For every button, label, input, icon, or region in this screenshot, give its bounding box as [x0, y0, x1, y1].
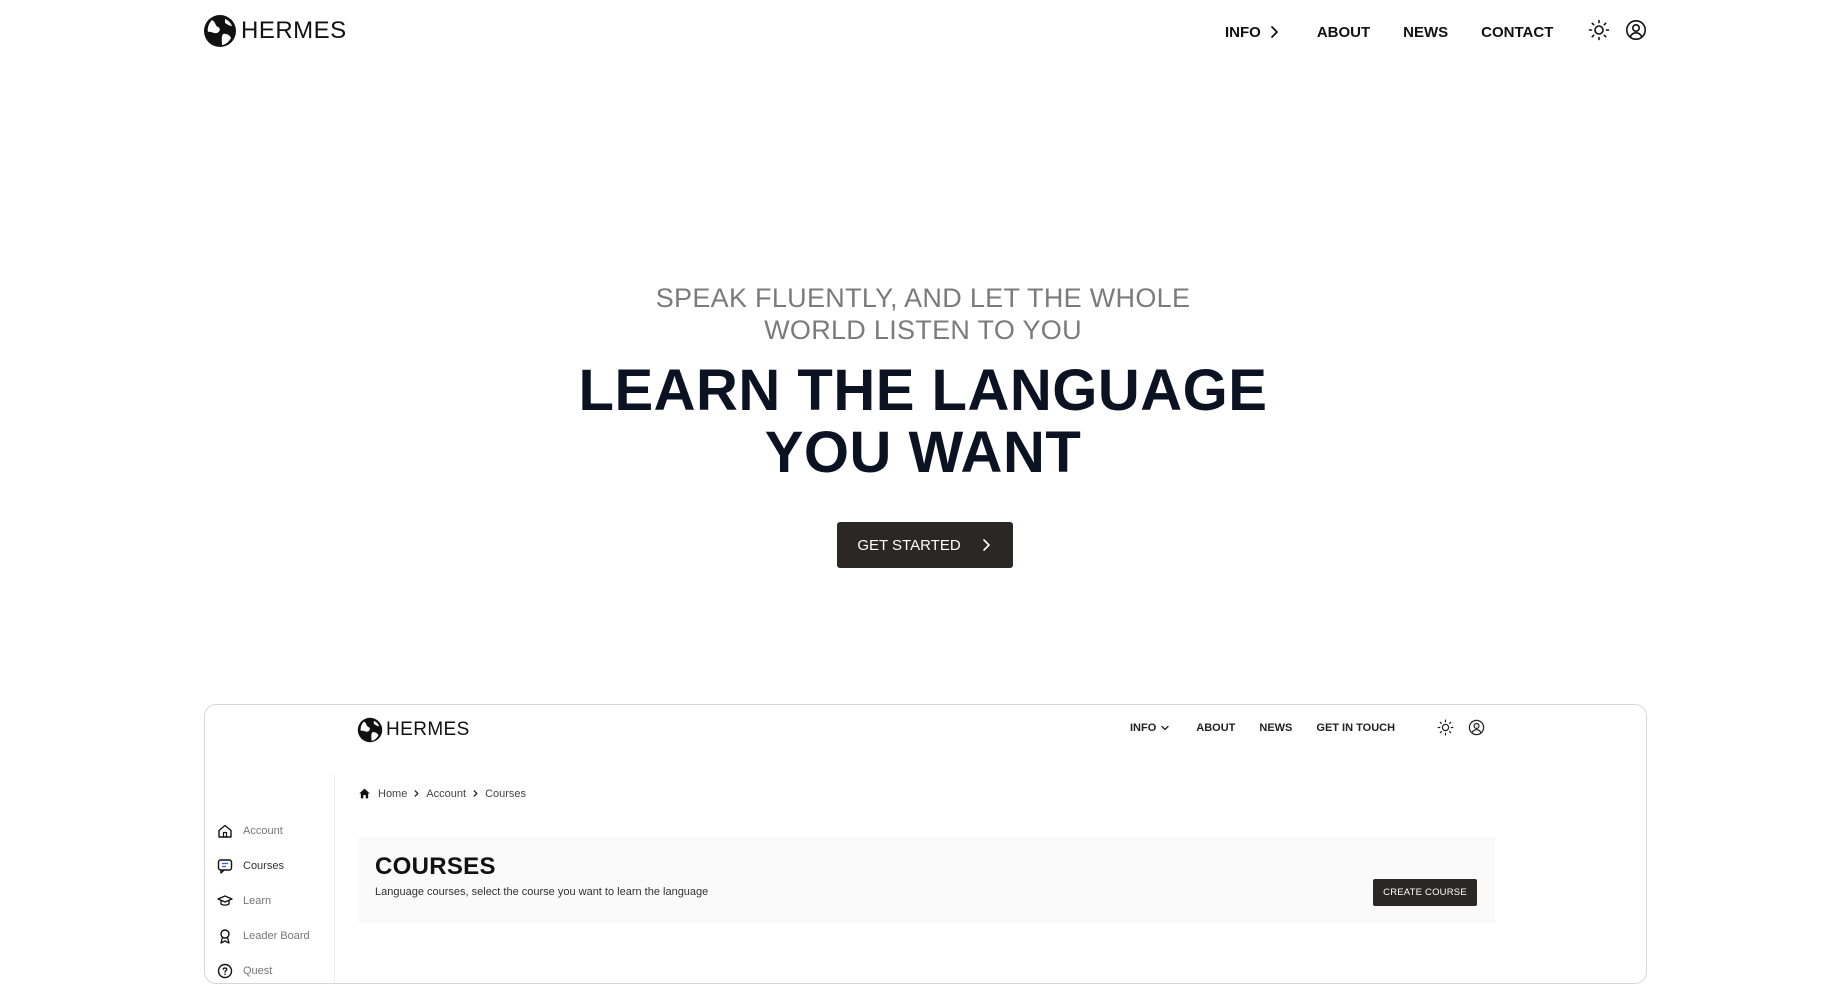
courses-title: COURSES	[375, 853, 496, 880]
chevron-down-icon	[1161, 725, 1169, 731]
courses-description: Language courses, select the course you …	[375, 886, 709, 898]
hero-headline: LEARN THE LANGUAGE YOU WANT	[578, 358, 1268, 485]
sidebar-divider	[334, 775, 335, 983]
preview-nav-news[interactable]: NEWS	[1259, 722, 1292, 734]
nav-about-label: ABOUT	[1316, 23, 1371, 41]
sidebar-item-learn[interactable]: Learn	[217, 883, 310, 918]
sidebar-item-label: Account	[243, 824, 283, 837]
sidebar-item-account[interactable]: Account	[217, 813, 310, 848]
home-icon	[218, 824, 232, 838]
sun-icon[interactable]	[1437, 719, 1454, 736]
globe-logo-icon	[357, 717, 383, 743]
app-preview-frame: HERMES INFO ABOUT NEWS GET IN TOUCH Acco…	[204, 704, 1647, 984]
breadcrumb-account[interactable]: Account	[426, 788, 466, 800]
chevron-right-icon	[1270, 26, 1278, 38]
user-circle-icon[interactable]	[1625, 19, 1647, 41]
preview-sidebar: Account Courses Learn Leader Board Quest	[217, 813, 310, 983]
nav-about[interactable]: ABOUT	[1317, 24, 1370, 41]
breadcrumb-courses[interactable]: Courses	[485, 788, 526, 800]
sun-icon[interactable]	[1588, 19, 1610, 41]
sidebar-item-quest[interactable]: Quest	[217, 953, 310, 983]
sidebar-item-label: Courses	[243, 859, 284, 872]
brand-name: HERMES	[241, 17, 347, 44]
preview-nav-get-in-touch[interactable]: GET IN TOUCH	[1316, 722, 1395, 734]
nav-news-label: NEWS	[1403, 23, 1449, 41]
sidebar-item-label: Quest	[243, 964, 273, 977]
preview-nav-about-label: ABOUT	[1196, 722, 1236, 734]
create-course-button[interactable]: CREATE COURSE	[1373, 879, 1477, 906]
get-started-button[interactable]: GET STARTED	[837, 522, 1013, 568]
courses-header-card: COURSES Language courses, select the cou…	[358, 837, 1495, 923]
breadcrumb-home[interactable]: Home	[378, 788, 407, 800]
graduation-cap-icon	[217, 894, 233, 906]
preview-icon-group	[1437, 719, 1485, 736]
preview-nav-touch-label: GET IN TOUCH	[1316, 722, 1396, 734]
preview-nav-news-label: NEWS	[1259, 722, 1293, 734]
award-icon	[220, 928, 230, 944]
sidebar-item-leader-board[interactable]: Leader Board	[217, 918, 310, 953]
globe-logo-icon	[204, 15, 236, 47]
breadcrumb: Home Account Courses	[358, 787, 526, 800]
top-navbar: HERMES INFO ABOUT NEWS CONTACT	[203, 0, 1646, 64]
hero-tagline: SPEAK FLUENTLY, AND LET THE WHOLE WORLD …	[655, 283, 1191, 345]
nav-info[interactable]: INFO	[1225, 24, 1281, 41]
nav-icon-group	[1588, 19, 1647, 41]
get-started-label: GET STARTED	[857, 536, 961, 554]
preview-nav-info[interactable]: INFO	[1130, 722, 1170, 734]
preview-nav: INFO ABOUT NEWS GET IN TOUCH	[1130, 722, 1429, 734]
chevron-right-icon	[982, 539, 990, 551]
nav-contact-label: CONTACT	[1481, 23, 1554, 41]
preview-nav-about[interactable]: ABOUT	[1196, 722, 1235, 734]
brand-logo[interactable]: HERMES	[203, 14, 347, 48]
preview-brand-logo[interactable]: HERMES	[357, 717, 470, 743]
nav-info-label: INFO	[1225, 23, 1261, 41]
sidebar-item-courses[interactable]: Courses	[217, 848, 310, 883]
preview-brand-name: HERMES	[386, 719, 470, 740]
chevron-right-icon	[473, 790, 478, 797]
nav-news[interactable]: NEWS	[1403, 24, 1448, 41]
hero-section: SPEAK FLUENTLY, AND LET THE WHOLE WORLD …	[0, 282, 1846, 568]
sidebar-item-label: Leader Board	[243, 929, 310, 942]
home-icon	[359, 788, 370, 799]
chevron-right-icon	[414, 790, 419, 797]
chat-icon	[217, 858, 233, 874]
preview-nav-info-label: INFO	[1130, 722, 1157, 734]
sidebar-item-label: Learn	[243, 894, 272, 907]
user-circle-icon[interactable]	[1468, 719, 1485, 736]
nav-contact[interactable]: CONTACT	[1481, 24, 1553, 41]
main-nav: INFO ABOUT NEWS CONTACT	[1225, 21, 1597, 43]
